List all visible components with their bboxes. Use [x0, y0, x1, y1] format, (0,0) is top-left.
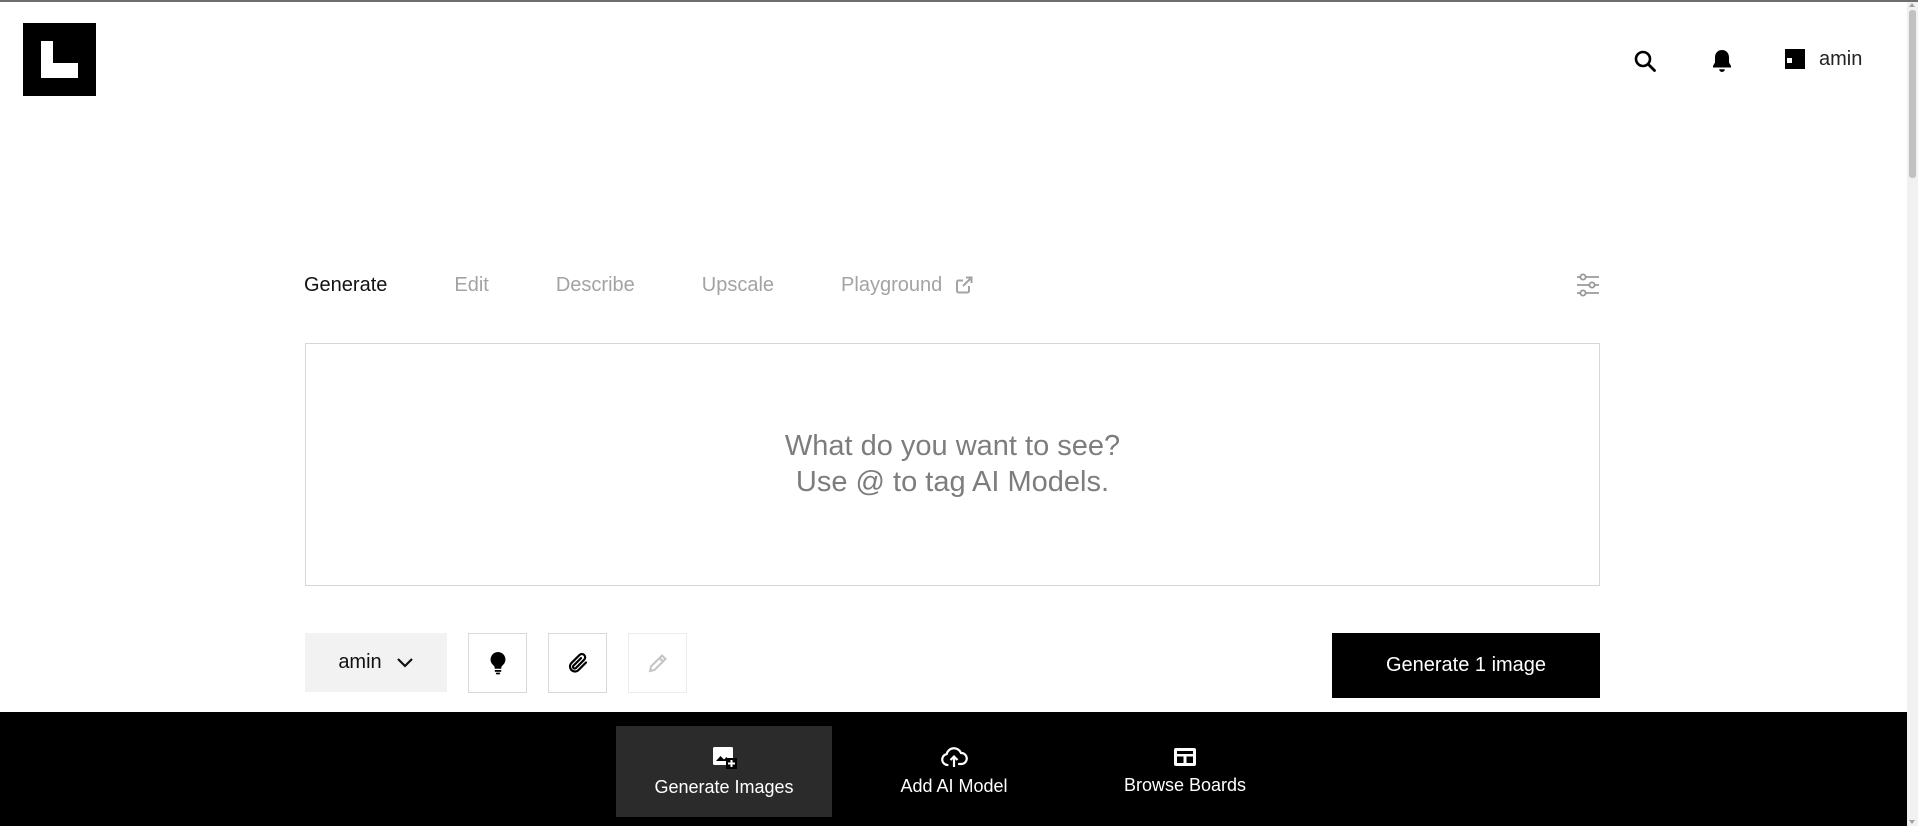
- scrollbar-thumb[interactable]: [1909, 10, 1916, 178]
- generate-button[interactable]: Generate 1 image: [1332, 633, 1600, 698]
- model-select-label: amin: [338, 651, 382, 673]
- chevron-down-icon: [396, 657, 413, 668]
- search-icon[interactable]: [1630, 46, 1660, 76]
- bottom-nav-generate-images-label: Generate Images: [654, 777, 794, 797]
- tab-upscale[interactable]: Upscale: [702, 274, 774, 297]
- bottom-nav-browse-boards-label: Browse Boards: [1123, 775, 1247, 795]
- tab-edit-label: Edit: [454, 273, 489, 296]
- tab-upscale-label: Upscale: [701, 273, 775, 296]
- page: amin Generate Edit Describe Upscale Play…: [0, 0, 1918, 826]
- scrollbar[interactable]: [1907, 2, 1918, 826]
- settings-sliders-icon[interactable]: [1574, 270, 1602, 300]
- external-link-icon: [956, 276, 973, 294]
- tab-generate-label: Generate: [304, 273, 388, 296]
- prompt-box: [305, 343, 1600, 586]
- bottom-nav-generate-images[interactable]: Generate Images: [616, 726, 832, 817]
- bell-icon[interactable]: [1707, 46, 1737, 76]
- prompt-input[interactable]: [306, 344, 1599, 585]
- user-name: amin: [1819, 47, 1863, 70]
- paperclip-icon: [568, 652, 587, 673]
- generate-button-label: Generate 1 image: [1385, 654, 1547, 676]
- tab-describe[interactable]: Describe: [556, 274, 635, 297]
- tab-describe-label: Describe: [555, 273, 635, 296]
- edit-prompt-button[interactable]: [628, 633, 687, 693]
- pencil-icon: [648, 654, 667, 673]
- bottom-nav-browse-boards[interactable]: Browse Boards: [1077, 726, 1293, 817]
- bottom-nav: Generate Images Add AI Model Browse Boar…: [0, 712, 1907, 826]
- attach-button[interactable]: [548, 633, 607, 693]
- scroll-down-arrow[interactable]: [1909, 820, 1915, 824]
- user-icon: [1785, 49, 1805, 69]
- model-select[interactable]: amin: [305, 633, 447, 692]
- tab-edit[interactable]: Edit: [454, 274, 488, 297]
- tab-generate[interactable]: Generate: [304, 274, 387, 297]
- user-menu[interactable]: amin: [1785, 44, 1862, 74]
- bottom-nav-add-ai-model[interactable]: Add AI Model: [846, 726, 1062, 817]
- prompt-ideas-button[interactable]: [468, 633, 527, 693]
- bottom-nav-add-ai-model-label: Add AI Model: [900, 776, 1008, 796]
- mode-tabs: Generate Edit Describe Upscale Playgroun…: [304, 270, 1041, 300]
- tab-playground-label: Playground: [841, 273, 943, 296]
- scroll-up-arrow[interactable]: [1909, 3, 1915, 7]
- grid-icon: [1174, 748, 1196, 766]
- cloud-upload-icon: [941, 747, 968, 767]
- lightbulb-icon: [490, 652, 505, 675]
- tab-playground[interactable]: Playground: [841, 274, 974, 297]
- logo[interactable]: [23, 23, 96, 96]
- image-add-icon: [713, 747, 737, 769]
